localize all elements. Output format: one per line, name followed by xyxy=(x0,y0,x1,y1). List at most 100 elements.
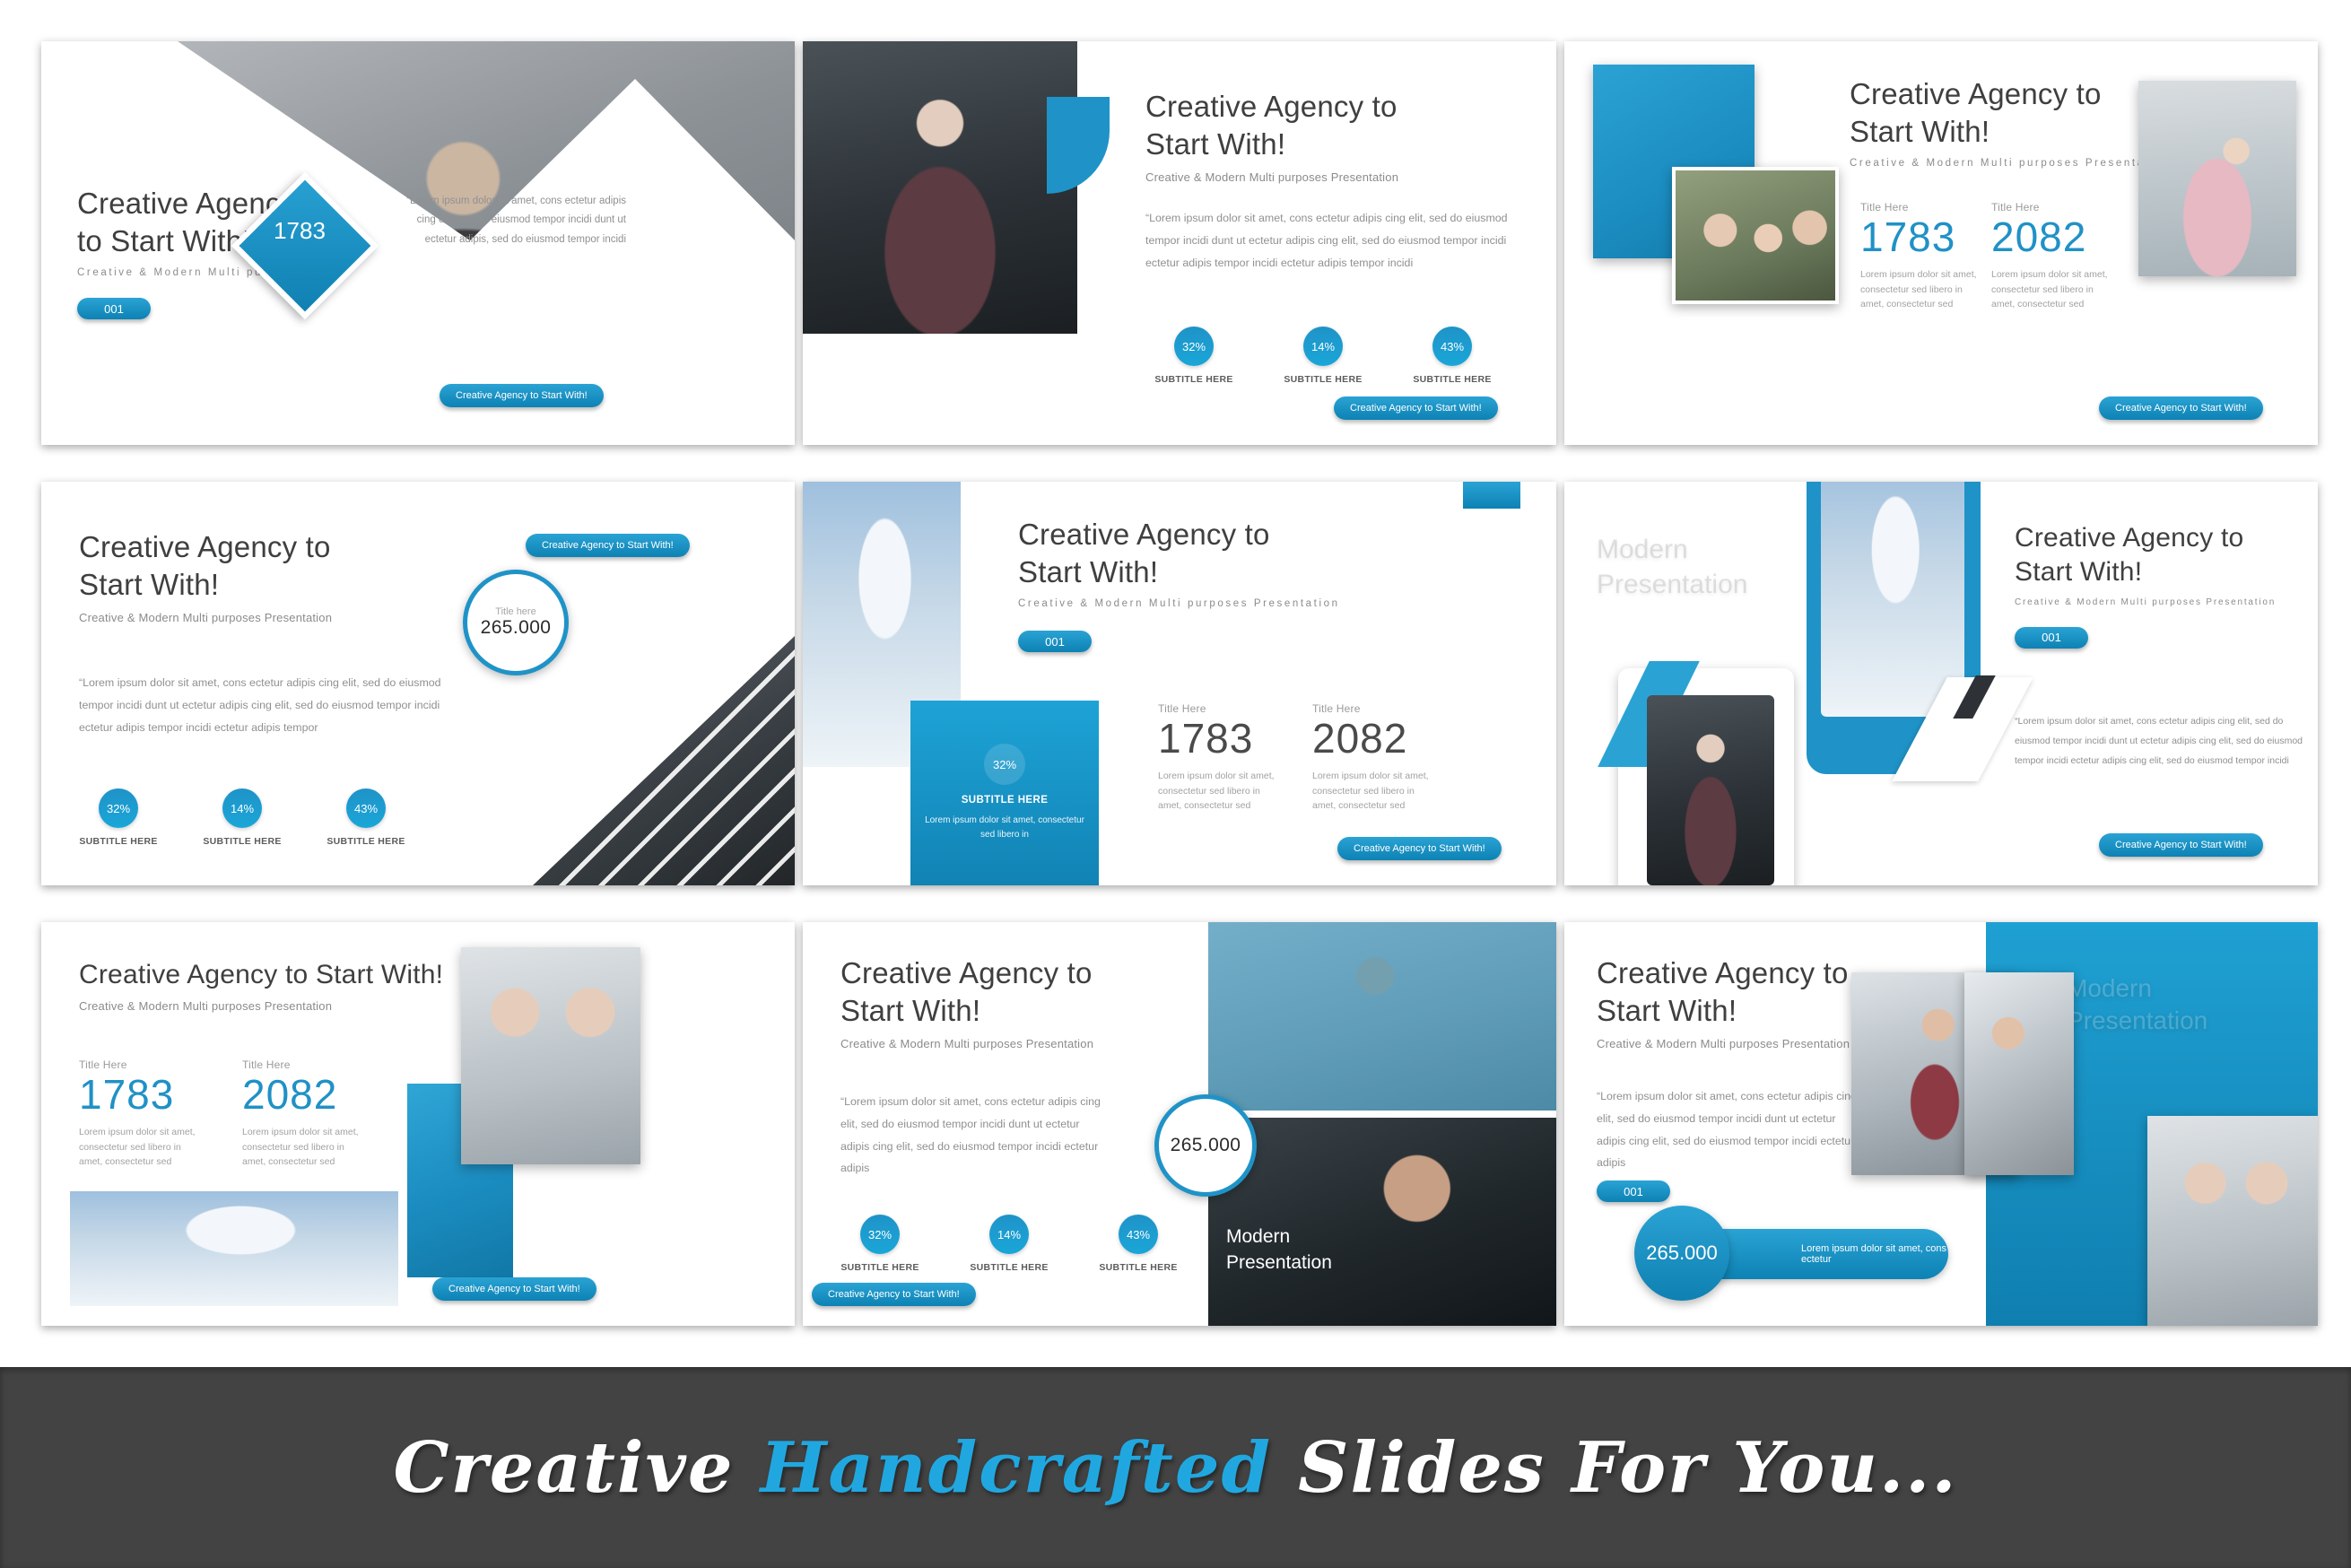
slide-4-quote: “Lorem ipsum dolor sit amet, cons ectetu… xyxy=(79,676,441,734)
banner-part-2: Slides For You... xyxy=(1272,1426,1958,1509)
slide-4-subtitle: Creative & Modern Multi purposes Present… xyxy=(79,611,333,625)
slide-8-stat-3: 43% SUBTITLE HERE xyxy=(1097,1215,1180,1273)
slide-9-watermark: Modern Presentation xyxy=(2067,974,2208,1035)
slide-4-stat-1: 32% SUBTITLE HERE xyxy=(77,788,160,847)
card-percent-disc: 32% xyxy=(984,744,1025,785)
slide-6-number-badge[interactable]: 001 xyxy=(2015,626,2088,649)
stat-title: Title Here xyxy=(1860,201,1909,213)
stat-desc: Lorem ipsum dolor sit amet, consectetur … xyxy=(1158,771,1275,811)
slide-8[interactable]: Creative Agency to Start With! Creative … xyxy=(803,922,1556,1326)
slide-4-stat-2: 14% SUBTITLE HERE xyxy=(201,788,283,847)
slide-8-cta-button[interactable]: Creative Agency to Start With! xyxy=(812,1283,976,1306)
banner-part-1: Creative xyxy=(393,1426,761,1509)
ring-value: 265.000 xyxy=(1170,1135,1241,1155)
percent-disc: 14% xyxy=(222,788,262,828)
slide-2-stat-3: 43% SUBTITLE HERE xyxy=(1411,327,1493,385)
slide-9-value-pill: Lorem ipsum dolor sit amet, cons ectetur xyxy=(1695,1229,1948,1279)
percent-disc: 14% xyxy=(1303,327,1343,366)
slide-1-number-badge[interactable]: 001 xyxy=(77,298,151,320)
footer-banner: Creative Handcrafted Slides For You... xyxy=(0,1367,2351,1568)
slide-7[interactable]: Creative Agency to Start With! Creative … xyxy=(41,922,795,1326)
percent-caption: SUBTITLE HERE xyxy=(1154,374,1233,385)
stat-title: Title Here xyxy=(1991,201,2040,213)
slide-4-cta-button[interactable]: Creative Agency to Start With! xyxy=(526,534,690,557)
percent-disc: 32% xyxy=(1174,327,1214,366)
slide-8-ring-badge: 265.000 xyxy=(1154,1094,1257,1197)
stat-desc: Lorem ipsum dolor sit amet, consectetur … xyxy=(79,1127,196,1167)
ring-title: Title here xyxy=(495,606,536,617)
stat-value: 1783 xyxy=(1158,715,1254,762)
slide-7-cta-button[interactable]: Creative Agency to Start With! xyxy=(432,1277,596,1301)
slide-5-accent-rect xyxy=(1463,482,1520,509)
slide-2-stats-row: 32% SUBTITLE HERE 14% SUBTITLE HERE 43% … xyxy=(1153,327,1493,385)
percent-disc: 43% xyxy=(346,788,386,828)
slide-3-stat-2: Title Here 2082 Lorem ipsum dolor sit am… xyxy=(1991,201,2108,311)
slide-1-cta-button[interactable]: Creative Agency to Start With! xyxy=(440,384,604,407)
slide-7-photo-duo xyxy=(461,947,640,1164)
slide-6-watermark: Modern Presentation xyxy=(1597,535,1748,599)
stat-title: Title Here xyxy=(242,1058,291,1071)
percent-caption: SUBTITLE HERE xyxy=(840,1262,919,1273)
card-desc: Lorem ipsum dolor sit amet, consectetur … xyxy=(925,815,1084,840)
slide-8-text-block: Creative Agency to Start With! Creative … xyxy=(840,954,1199,1050)
slide-2-title: Creative Agency to Start With! xyxy=(1145,90,1398,161)
slide-4-ring-badge: Title here 265.000 xyxy=(463,570,569,675)
slide-3-stat-1: Title Here 1783 Lorem ipsum dolor sit am… xyxy=(1860,201,1977,311)
percent-caption: SUBTITLE HERE xyxy=(1099,1262,1178,1273)
slide-8-photo-street-tint xyxy=(1208,922,1556,1111)
percent-caption: SUBTITLE HERE xyxy=(327,836,405,847)
slide-7-stat-1: Title Here 1783 Lorem ipsum dolor sit am… xyxy=(79,1058,205,1169)
slide-5[interactable]: Creative Agency to Start With! Creative … xyxy=(803,482,1556,885)
slide-9-number-badge[interactable]: 001 xyxy=(1597,1180,1670,1202)
slide-2-quote: “Lorem ipsum dolor sit amet, cons ectetu… xyxy=(1145,212,1508,270)
card-subtitle: SUBTITLE HERE xyxy=(961,795,1049,806)
slide-3-cta-button[interactable]: Creative Agency to Start With! xyxy=(2099,396,2263,420)
percent-caption: SUBTITLE HERE xyxy=(1284,374,1363,385)
percent-disc: 32% xyxy=(99,788,138,828)
slide-1[interactable]: Creative Agency to Start With! Creative … xyxy=(41,41,795,445)
slide-6-title: Creative Agency to Start With! xyxy=(2015,523,2244,588)
stat-value: 2082 xyxy=(1991,213,2087,260)
percent-disc: 43% xyxy=(1119,1215,1158,1254)
slide-4-text-block: Creative Agency to Start With! Creative … xyxy=(79,528,456,624)
slide-6-photo-woman xyxy=(1647,695,1774,885)
percent-caption: SUBTITLE HERE xyxy=(1413,374,1492,385)
slide-5-title: Creative Agency to Start With! xyxy=(1018,518,1270,589)
stat-desc: Lorem ipsum dolor sit amet, consectetur … xyxy=(1991,269,2108,309)
banner-tagline: Creative Handcrafted Slides For You... xyxy=(394,1427,1958,1509)
slide-1-quote: “Lorem ipsum dolor sit amet, cons ectetu… xyxy=(406,196,626,245)
slide-6[interactable]: Modern Presentation Creative Agency to S… xyxy=(1564,482,2318,885)
slide-4[interactable]: Creative Agency to Start With! Creative … xyxy=(41,482,795,885)
template-showcase-page: Creative Agency to Start With! Creative … xyxy=(0,0,2351,1568)
slide-5-number-badge[interactable]: 001 xyxy=(1018,631,1092,653)
slide-4-stats-row: 32% SUBTITLE HERE 14% SUBTITLE HERE 43% … xyxy=(77,788,407,847)
stat-value: 1783 xyxy=(79,1071,175,1118)
percent-disc: 14% xyxy=(989,1215,1029,1254)
slide-2[interactable]: Creative Agency to Start With! Creative … xyxy=(803,41,1556,445)
slide-grid: Creative Agency to Start With! Creative … xyxy=(41,41,2318,1342)
stat-title: Title Here xyxy=(1312,702,1361,715)
slide-5-stat-2: Title Here 2082 Lorem ipsum dolor sit am… xyxy=(1312,702,1438,813)
slide-8-quote: “Lorem ipsum dolor sit amet, cons ectetu… xyxy=(840,1095,1101,1175)
percent-caption: SUBTITLE HERE xyxy=(970,1262,1049,1273)
slide-9[interactable]: Modern Presentation Creative Agency to S… xyxy=(1564,922,2318,1326)
stat-desc: Lorem ipsum dolor sit amet, consectetur … xyxy=(1312,771,1429,811)
slide-6-subtitle: Creative & Modern Multi purposes Present… xyxy=(2015,597,2277,607)
percent-caption: SUBTITLE HERE xyxy=(203,836,282,847)
slide-2-text-block: Creative Agency to Start With! Creative … xyxy=(1145,88,1513,274)
banner-highlight: Handcrafted xyxy=(760,1426,1272,1509)
slide-9-photo-coffee xyxy=(2147,1116,2318,1326)
slide-6-photo-winter xyxy=(1821,482,1964,717)
slide-2-cta-button[interactable]: Creative Agency to Start With! xyxy=(1334,396,1498,420)
slide-6-cta-button[interactable]: Creative Agency to Start With! xyxy=(2099,833,2263,857)
slide-6-text-block: Creative Agency to Start With! Creative … xyxy=(2015,521,2311,649)
slide-2-photo-woman xyxy=(803,41,1077,334)
ring-value: 265.000 xyxy=(480,617,552,638)
stat-desc: Lorem ipsum dolor sit amet, consectetur … xyxy=(1860,269,1977,309)
stat-value: 2082 xyxy=(242,1071,338,1118)
slide-3[interactable]: Creative Agency to Start With! Creative … xyxy=(1564,41,2318,445)
stat-value: 2082 xyxy=(1312,715,1408,762)
slide-5-cta-button[interactable]: Creative Agency to Start With! xyxy=(1337,837,1502,860)
slide-1-diamond-value: 1783 xyxy=(274,217,326,244)
percent-disc: 32% xyxy=(860,1215,900,1254)
